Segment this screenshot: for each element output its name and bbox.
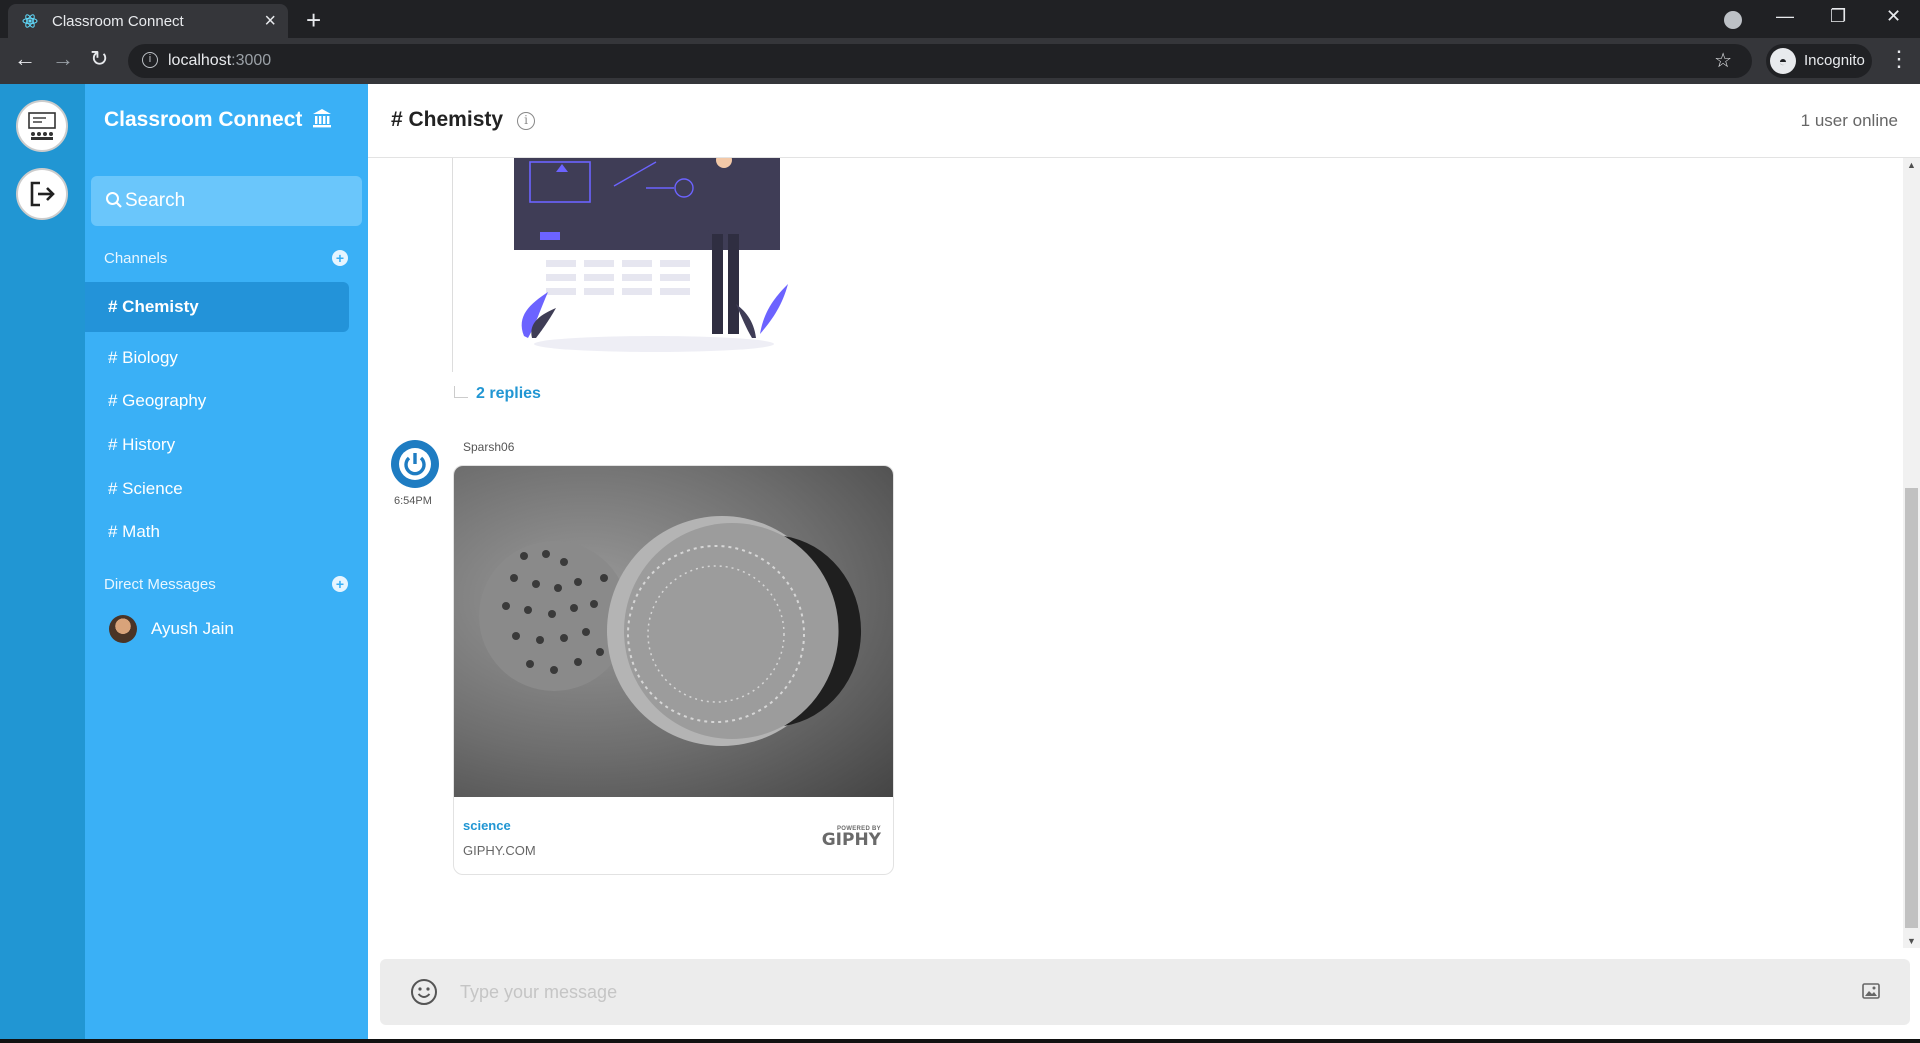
message-author: Sparsh06: [463, 440, 515, 454]
browser-toolbar: ← → ↻ i localhost:3000 ☆ ◓ Incognito ⋮: [0, 38, 1920, 84]
channel-item-math[interactable]: # Math: [85, 514, 349, 550]
url-text: localhost:3000: [168, 52, 272, 69]
window-close-button[interactable]: ✕: [1886, 6, 1901, 27]
browser-tabbar: Classroom Connect × + — ❐ ✕: [0, 0, 1920, 38]
app: Classroom Connect Search Channels + # Ch…: [0, 84, 1920, 1039]
tab-search-icon[interactable]: [1724, 11, 1742, 29]
classroom-icon[interactable]: [16, 100, 68, 152]
sidebar: Classroom Connect Search Channels + # Ch…: [85, 84, 368, 1039]
message-time: 6:54PM: [394, 495, 432, 507]
scroll-down-icon[interactable]: ▼: [1907, 936, 1916, 946]
channel-item-geography[interactable]: # Geography: [85, 383, 349, 419]
teacher-illustration: [514, 158, 788, 352]
new-tab-button[interactable]: +: [306, 5, 321, 36]
giphy-logo: POWERED BY GIPHY: [821, 826, 881, 850]
image-upload-icon[interactable]: [1862, 983, 1880, 999]
search-icon: [106, 192, 122, 208]
channel-title: # Chemisty: [391, 108, 504, 131]
taskbar-edge: [0, 1039, 1920, 1043]
app-brand: Classroom Connect: [104, 108, 332, 132]
tab-title: Classroom Connect: [52, 13, 184, 30]
scrollbar-thumb[interactable]: [1905, 488, 1918, 928]
channel-item-chemisty[interactable]: # Chemisty: [85, 282, 349, 332]
reload-button[interactable]: ↻: [90, 46, 108, 72]
message-feed: 2 replies 6:54PM Sparsh06 science GIPHY.…: [368, 158, 1903, 958]
avatar[interactable]: [391, 440, 439, 488]
tab-close-icon[interactable]: ×: [264, 10, 276, 33]
channel-header: # Chemisty i 1 user online: [368, 84, 1920, 158]
power-icon: [399, 448, 431, 480]
browser-menu-icon[interactable]: ⋮: [1888, 46, 1910, 72]
minimize-button[interactable]: —: [1776, 6, 1794, 27]
forward-button[interactable]: →: [52, 46, 74, 72]
back-button[interactable]: ←: [14, 46, 36, 72]
info-icon[interactable]: i: [517, 112, 535, 130]
react-logo-icon: [22, 14, 38, 28]
replies-link[interactable]: 2 replies: [476, 385, 541, 403]
incognito-label: Incognito: [1804, 52, 1865, 69]
channel-item-science[interactable]: # Science: [85, 471, 349, 507]
search-input[interactable]: Search: [91, 176, 362, 226]
incognito-icon: ◓: [1770, 48, 1796, 74]
gif-title-link[interactable]: science: [463, 818, 511, 833]
emoji-icon[interactable]: [410, 978, 438, 1006]
direct-messages-heading: Direct Messages: [104, 576, 216, 593]
thread-line: [452, 158, 453, 372]
bookmark-star-icon[interactable]: ☆: [1714, 48, 1732, 73]
browser-tab[interactable]: Classroom Connect ×: [8, 4, 288, 38]
gif-site: GIPHY.COM: [463, 843, 536, 858]
left-rail: [0, 84, 85, 1039]
add-channel-icon[interactable]: +: [332, 250, 348, 266]
bank-icon: [313, 109, 332, 128]
add-dm-icon[interactable]: +: [332, 576, 348, 592]
channel-item-history[interactable]: # History: [85, 427, 349, 463]
channels-heading: Channels: [104, 250, 168, 267]
message-composer: [380, 959, 1910, 1025]
incognito-badge[interactable]: ◓ Incognito: [1766, 44, 1872, 78]
channel-item-biology[interactable]: # Biology: [85, 340, 349, 376]
gif-card[interactable]: science GIPHY.COM POWERED BY GIPHY: [453, 465, 894, 875]
main-panel: # Chemisty i 1 user online 2 replies 6:5…: [368, 84, 1920, 1039]
feed-scrollbar[interactable]: ▲ ▼: [1903, 158, 1920, 948]
reply-connector: [454, 386, 468, 398]
gif-image: [454, 466, 893, 797]
giphy-brand: GIPHY: [821, 830, 881, 850]
message-input[interactable]: [460, 977, 1800, 1007]
search-placeholder: Search: [125, 190, 186, 211]
site-info-icon[interactable]: i: [142, 52, 158, 68]
online-status: 1 user online: [1800, 111, 1898, 130]
scroll-up-icon[interactable]: ▲: [1907, 160, 1916, 170]
address-bar[interactable]: i localhost:3000 ☆: [128, 44, 1752, 78]
avatar: [109, 615, 137, 643]
restore-button[interactable]: ❐: [1830, 6, 1846, 27]
logout-icon[interactable]: [16, 168, 68, 220]
dm-name: Ayush Jain: [151, 619, 234, 638]
